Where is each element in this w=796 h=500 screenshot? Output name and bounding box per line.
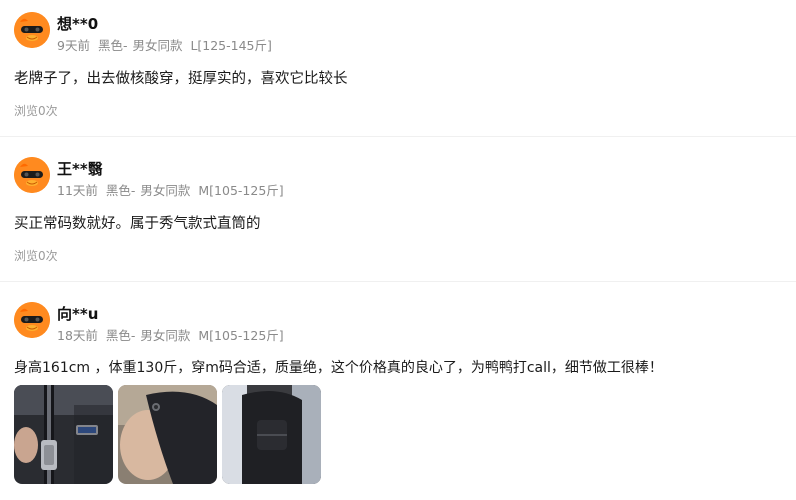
product-style: 男女同款 — [140, 328, 191, 343]
review-meta: 11天前 黑色- 男女同款 M[105-125斤] — [57, 180, 288, 199]
review-text: 老牌子了，出去做核酸穿，挺厚实的，喜欢它比较长 — [14, 71, 348, 87]
duck-mascot-icon — [14, 12, 50, 48]
review-text: 身高161cm ，体重130斤，穿m码合适，质量绝，这个价格真的良心了，为鸭鸭打… — [14, 360, 663, 376]
cuff-button-photo[interactable] — [118, 385, 217, 484]
product-style: 男女同款 — [140, 183, 191, 198]
review-text: 买正常码数就好。属于秀气款式直筒的 — [14, 216, 261, 232]
review-meta: 18天前 黑色- 男女同款 M[105-125斤] — [57, 325, 288, 344]
username: 想**0 — [57, 15, 99, 33]
product-size: M[105-125斤] — [198, 328, 284, 343]
product-style: 男女同款 — [132, 38, 183, 53]
product-color: 黑色- — [105, 183, 136, 198]
product-size: L[125-145斤] — [190, 38, 272, 53]
review-meta: 9天前 黑色- 男女同款 L[125-145斤] — [57, 35, 276, 54]
view-count: 浏览0次 — [14, 104, 58, 118]
avatar[interactable] — [14, 12, 50, 48]
username: 向**u — [57, 305, 99, 323]
product-color: 黑色- — [97, 38, 128, 53]
review-card: 想**0 9天前 黑色- 男女同款 L[125-145斤] 老牌子了，出去做核酸… — [0, 0, 796, 137]
review-time: 11天前 — [57, 183, 98, 198]
collar-photo[interactable] — [222, 385, 321, 484]
avatar[interactable] — [14, 302, 50, 338]
view-count: 浏览0次 — [14, 249, 58, 263]
review-time: 18天前 — [57, 328, 98, 343]
review-card: 王**翳 11天前 黑色- 男女同款 M[105-125斤] 买正常码数就好。属… — [0, 145, 796, 282]
product-size: M[105-125斤] — [198, 183, 284, 198]
duck-mascot-icon — [14, 157, 50, 193]
review-photos — [14, 385, 321, 484]
duck-mascot-icon — [14, 302, 50, 338]
review-time: 9天前 — [57, 38, 90, 53]
zipper-photo[interactable] — [14, 385, 113, 484]
product-color: 黑色- — [105, 328, 136, 343]
avatar[interactable] — [14, 157, 50, 193]
username: 王**翳 — [57, 160, 103, 178]
